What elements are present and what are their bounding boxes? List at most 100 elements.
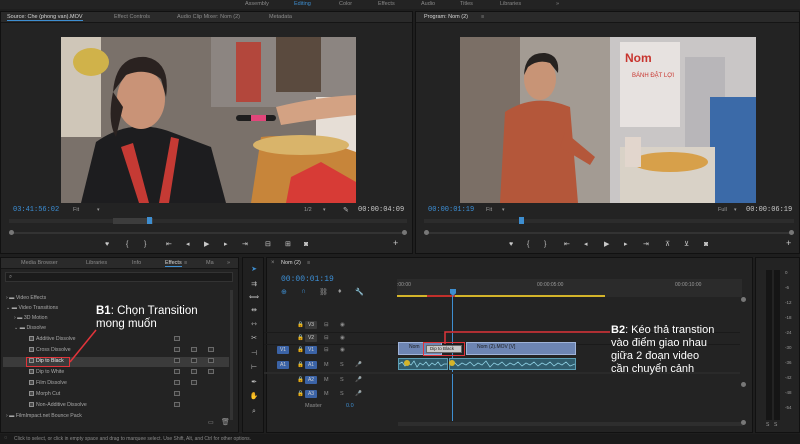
effects-menu-icon[interactable]: ≡ bbox=[184, 260, 187, 266]
lock-icon[interactable]: 🔒 bbox=[297, 322, 304, 328]
track-select-tool-icon[interactable]: ⇉ bbox=[249, 280, 259, 289]
solo-icon[interactable]: S bbox=[340, 362, 344, 368]
source-step-forward-icon[interactable]: ▸ bbox=[224, 241, 228, 248]
program-time-ruler[interactable] bbox=[424, 219, 794, 223]
pen-tool-icon[interactable]: ✒ bbox=[249, 378, 259, 387]
source-goto-out-icon[interactable]: ⇥ bbox=[242, 241, 248, 248]
source-zoom-bar[interactable] bbox=[9, 232, 407, 234]
source-mark-in-icon[interactable]: { bbox=[126, 241, 128, 248]
source-marker-icon[interactable]: ♥ bbox=[105, 241, 109, 248]
workspace-audio[interactable]: Audio bbox=[421, 1, 435, 7]
solo-right-button[interactable]: S bbox=[774, 422, 777, 428]
program-menu-icon[interactable]: ≡ bbox=[481, 14, 484, 20]
snap-icon[interactable]: ∩ bbox=[301, 288, 306, 295]
rate-stretch-tool-icon[interactable]: ⇿ bbox=[249, 320, 259, 329]
program-timecode[interactable]: 00:00:01:19 bbox=[428, 206, 474, 214]
slide-tool-icon[interactable]: ⊢ bbox=[249, 363, 259, 372]
track-label-a3[interactable]: A3 bbox=[305, 390, 317, 398]
eye-icon[interactable]: ◉ bbox=[340, 322, 345, 328]
program-zoom-handle-left[interactable] bbox=[424, 230, 429, 235]
lock-icon[interactable]: 🔒 bbox=[297, 335, 304, 341]
track-label-v1[interactable]: V1 bbox=[305, 346, 317, 354]
source-step-back-icon[interactable]: ◂ bbox=[186, 241, 190, 248]
source-patch-v1[interactable]: V1 bbox=[277, 346, 289, 354]
voiceover-mic-icon[interactable]: 🎤 bbox=[355, 377, 362, 383]
program-playhead[interactable] bbox=[519, 217, 524, 224]
tree-dip-to-white[interactable]: Dip to White bbox=[29, 369, 64, 375]
program-mark-in-icon[interactable]: { bbox=[527, 241, 529, 248]
clip-nom2-a1[interactable] bbox=[449, 358, 576, 370]
solo-icon[interactable]: S bbox=[340, 377, 344, 383]
eye-icon[interactable]: ◉ bbox=[340, 335, 345, 341]
tab-metadata[interactable]: Metadata bbox=[269, 14, 292, 20]
track-label-a1[interactable]: A1 bbox=[305, 361, 317, 369]
program-lift-icon[interactable]: ⊼ bbox=[665, 241, 670, 248]
mute-icon[interactable]: M bbox=[324, 391, 329, 397]
lock-icon[interactable]: 🔒 bbox=[297, 377, 304, 383]
tree-3d-motion[interactable]: › ▬ 3D Motion bbox=[14, 315, 47, 321]
tab-program[interactable]: Program: Nom (2) bbox=[424, 14, 468, 20]
source-fit-select[interactable]: Fit bbox=[73, 207, 79, 213]
tab-source[interactable]: Source: Che (phong van).MOV bbox=[7, 14, 83, 21]
timeline-settings-icon[interactable]: 🔧 bbox=[355, 288, 364, 296]
tree-film-dissolve[interactable]: Film Dissolve bbox=[29, 380, 67, 386]
voiceover-mic-icon[interactable]: 🎤 bbox=[355, 391, 362, 397]
tab-info[interactable]: Info bbox=[132, 260, 141, 266]
workspace-effects[interactable]: Effects bbox=[378, 1, 395, 7]
source-zoom-handle-right[interactable] bbox=[402, 230, 407, 235]
tab-libraries[interactable]: Libraries bbox=[86, 260, 107, 266]
program-marker-icon[interactable]: ♥ bbox=[509, 241, 513, 248]
audio-keyframe-icon[interactable] bbox=[404, 360, 410, 366]
program-goto-in-icon[interactable]: ⇤ bbox=[564, 241, 570, 248]
audio-keyframe-icon[interactable] bbox=[449, 360, 455, 366]
timeline-h-scroll-handle[interactable] bbox=[741, 420, 746, 425]
workspace-assembly[interactable]: Assembly bbox=[245, 1, 269, 7]
source-insert-icon[interactable]: ⊟ bbox=[265, 241, 271, 248]
source-add-button-icon[interactable]: + bbox=[393, 239, 398, 248]
source-timecode[interactable]: 03:41:56:02 bbox=[13, 206, 59, 214]
source-overwrite-icon[interactable]: ⊞ bbox=[285, 241, 291, 248]
program-play-icon[interactable]: ▶ bbox=[604, 241, 609, 248]
program-extract-icon[interactable]: ⊻ bbox=[684, 241, 689, 248]
tree-morph-cut[interactable]: Morph Cut bbox=[29, 391, 60, 397]
workspace-color[interactable]: Color bbox=[339, 1, 352, 7]
slip-tool-icon[interactable]: ⊣ bbox=[249, 349, 259, 358]
tree-filmimpact-bounce[interactable]: › ▬ FilmImpact.net Bounce Pack bbox=[6, 413, 82, 419]
source-playhead[interactable] bbox=[147, 217, 152, 224]
timeline-v-scroll-handle[interactable] bbox=[741, 382, 746, 387]
selection-tool-icon[interactable]: ➤ bbox=[249, 265, 259, 274]
sync-lock-icon[interactable]: ⊟ bbox=[324, 347, 329, 353]
lock-icon[interactable]: 🔒 bbox=[297, 362, 304, 368]
mute-icon[interactable]: M bbox=[324, 377, 329, 383]
workspace-more-icon[interactable]: » bbox=[556, 1, 559, 7]
workspace-titles[interactable]: Titles bbox=[460, 1, 473, 7]
solo-left-button[interactable]: S bbox=[766, 422, 769, 428]
source-export-frame-icon[interactable]: ◙ bbox=[304, 241, 308, 248]
effects-search-input[interactable] bbox=[5, 272, 233, 282]
program-add-button-icon[interactable]: + bbox=[786, 239, 791, 248]
mute-icon[interactable]: M bbox=[324, 362, 329, 368]
source-time-ruler[interactable] bbox=[9, 219, 407, 223]
source-resolution-select[interactable]: 1/2 bbox=[304, 207, 312, 213]
insert-nest-icon[interactable]: ⊕ bbox=[281, 288, 287, 296]
program-mark-out-icon[interactable]: } bbox=[544, 241, 546, 248]
program-step-back-icon[interactable]: ◂ bbox=[584, 241, 588, 248]
workspace-libraries[interactable]: Libraries bbox=[500, 1, 521, 7]
hand-tool-icon[interactable]: ✋ bbox=[249, 392, 259, 401]
lock-icon[interactable]: 🔒 bbox=[297, 391, 304, 397]
sync-lock-icon[interactable]: ⊟ bbox=[324, 335, 329, 341]
track-label-v2[interactable]: V2 bbox=[305, 334, 317, 342]
timeline-menu-icon[interactable]: ≡ bbox=[307, 260, 310, 266]
tree-video-transitions[interactable]: ⌄ ▬ Video Transitions bbox=[6, 305, 58, 311]
master-value[interactable]: 0.0 bbox=[346, 403, 354, 409]
tree-video-effects[interactable]: › ▬ Video Effects bbox=[6, 295, 46, 301]
timeline-v-scroll-handle[interactable] bbox=[741, 297, 746, 302]
program-resolution-select[interactable]: Full bbox=[718, 207, 727, 213]
voiceover-mic-icon[interactable]: 🎤 bbox=[355, 362, 362, 368]
tab-effect-controls[interactable]: Effect Controls bbox=[114, 14, 150, 20]
timeline-h-scrollbar[interactable] bbox=[398, 422, 743, 426]
timeline-close-icon[interactable]: × bbox=[271, 260, 275, 266]
source-wrench-icon[interactable]: ✎ bbox=[343, 206, 349, 214]
source-goto-in-icon[interactable]: ⇤ bbox=[166, 241, 172, 248]
tab-sequence[interactable]: Nom (2) bbox=[281, 260, 301, 266]
